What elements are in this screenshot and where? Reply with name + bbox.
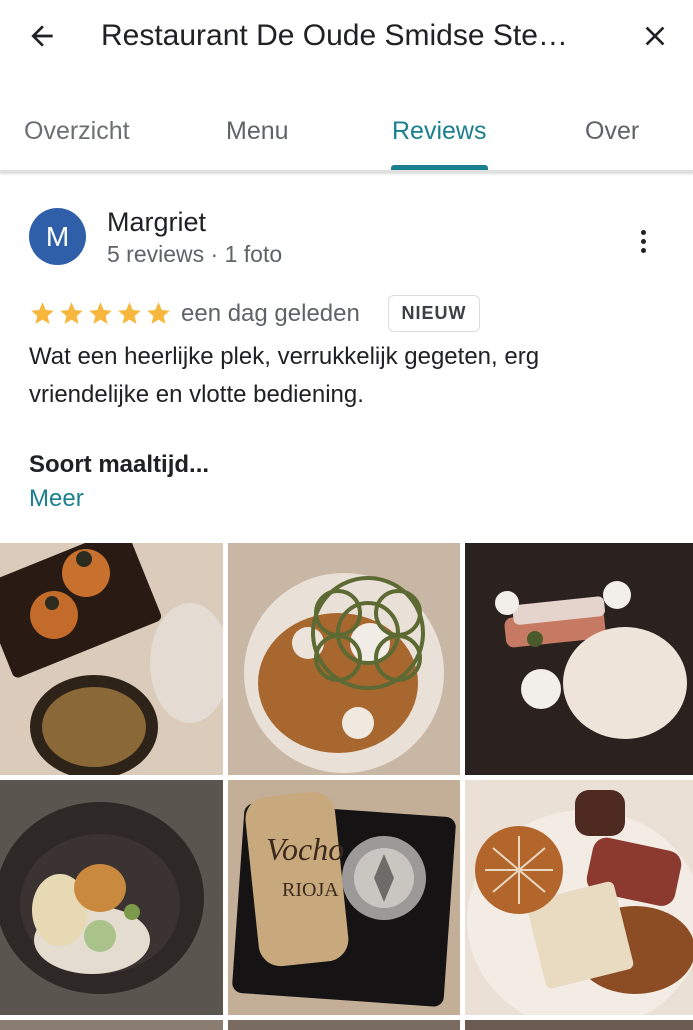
more-vert-icon	[640, 229, 646, 235]
header-divider	[0, 170, 693, 173]
tab-overzicht[interactable]: Overzicht	[24, 116, 130, 146]
tab-over[interactable]: Over	[585, 116, 639, 146]
review-photo[interactable]: Vocho RIOJA	[228, 780, 460, 1015]
reviewer-name[interactable]: Margriet	[107, 206, 206, 238]
review-photo[interactable]	[0, 1020, 223, 1030]
star-rating	[29, 300, 172, 328]
back-button[interactable]	[22, 16, 62, 56]
arrow-left-icon	[31, 25, 53, 47]
page-title: Restaurant De Oude Smidse Ste…	[101, 19, 568, 52]
photo-image	[0, 780, 223, 1015]
review-photo-grid: Vocho RIOJA	[0, 543, 693, 1030]
new-badge: NIEUW	[388, 295, 480, 332]
photo-image	[228, 543, 460, 775]
tab-menu[interactable]: Menu	[226, 116, 289, 146]
review-photo[interactable]	[228, 1020, 460, 1030]
review-photo[interactable]	[0, 780, 223, 1015]
more-link[interactable]: Meer	[29, 484, 84, 514]
review-photo[interactable]	[228, 543, 460, 775]
photo-image	[465, 543, 693, 775]
review-text: Wat een heerlijke plek, verrukkelijk geg…	[29, 343, 540, 408]
close-icon	[645, 26, 665, 46]
avatar[interactable]: M	[29, 208, 86, 265]
photo-image	[0, 543, 223, 775]
top-app-bar: Restaurant De Oude Smidse Ste…	[0, 0, 693, 72]
tab-reviews[interactable]: Reviews	[392, 116, 486, 146]
more-options-button[interactable]	[628, 224, 658, 258]
review-photo[interactable]	[465, 543, 693, 775]
more-vert-dot	[640, 238, 646, 244]
star-icon	[118, 302, 141, 324]
meal-type-heading: Soort maaltijd...	[29, 451, 210, 478]
star-icon	[89, 302, 112, 324]
photo-image	[465, 780, 693, 1015]
review-photo[interactable]	[0, 543, 223, 775]
photo-image: Vocho RIOJA	[228, 780, 460, 1015]
reviewer-meta: 5 reviews · 1 foto	[107, 241, 283, 267]
review-photo[interactable]	[465, 1020, 693, 1030]
star-icon	[31, 302, 54, 324]
more-vert-dot	[640, 247, 646, 253]
review-photo[interactable]	[465, 780, 693, 1015]
close-button[interactable]	[633, 16, 677, 56]
svg-text:RIOJA: RIOJA	[282, 879, 339, 901]
tab-bar: Overzicht Menu Reviews Over	[0, 96, 693, 172]
svg-text:Vocho: Vocho	[266, 831, 344, 867]
star-icon	[147, 302, 170, 324]
star-icon	[60, 302, 83, 324]
review-date: een dag geleden	[181, 300, 360, 327]
